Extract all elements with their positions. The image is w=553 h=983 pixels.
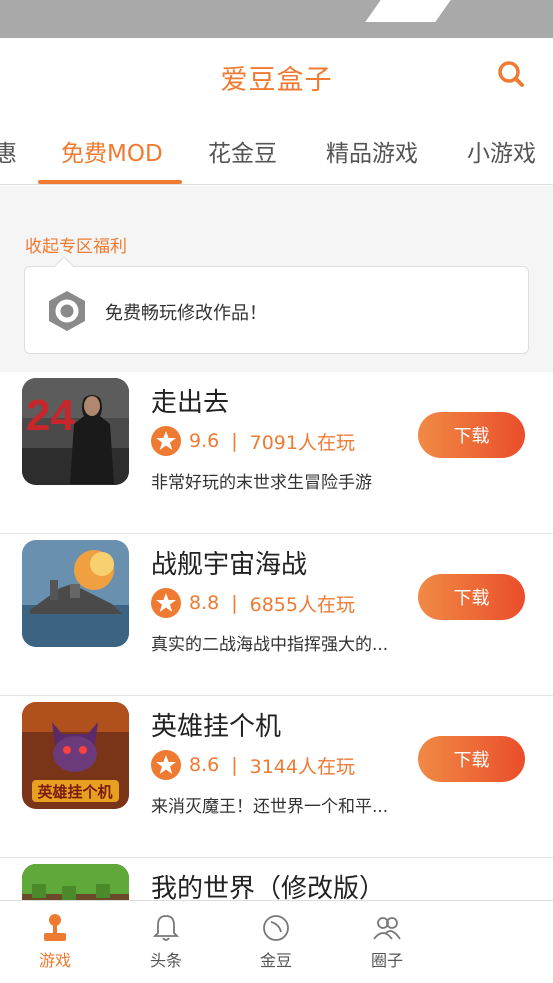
welfare-card[interactable]: 免费畅玩修改作品！ xyxy=(24,256,529,354)
nav-label: 头条 xyxy=(149,951,182,970)
star-badge-icon xyxy=(151,588,181,618)
game-icon-battleship xyxy=(22,540,129,647)
nav-label: 金豆 xyxy=(259,951,292,970)
category-tabs: 惠 免费MOD 花金豆 精品游戏 小游戏 xyxy=(0,112,553,185)
tab-spend-beans[interactable]: 花金豆 xyxy=(208,134,277,168)
active-tab-indicator xyxy=(38,180,182,184)
hexagon-icon xyxy=(45,289,89,333)
tab-featured-games[interactable]: 精品游戏 xyxy=(326,134,418,168)
game-name: 战舰宇宙海战 xyxy=(151,550,308,580)
welfare-text: 免费畅玩修改作品！ xyxy=(105,303,267,324)
people-icon xyxy=(373,917,401,940)
game-name: 英雄挂个机 xyxy=(151,712,282,742)
search-icon[interactable] xyxy=(497,60,525,88)
game-description: 真实的二战海战中指挥强大的... xyxy=(151,635,389,655)
bottom-nav: 游戏 头条 金豆 圈子 xyxy=(0,900,553,983)
game-icon-minecraft xyxy=(22,864,129,900)
star-badge-icon xyxy=(151,750,181,780)
game-icon-text: 英雄挂个机 xyxy=(37,783,112,801)
star-badge-icon xyxy=(151,426,181,456)
separator: | xyxy=(231,592,238,614)
game-icon-survival: 24 xyxy=(22,378,129,485)
game-icon-hero-idle: 英雄挂个机 xyxy=(22,702,129,809)
list-item[interactable]: 我的世界（修改版） xyxy=(0,858,553,900)
nav-item-headlines[interactable]: 头条 xyxy=(126,913,206,971)
nav-item-games[interactable]: 游戏 xyxy=(15,913,95,971)
list-item[interactable]: 英雄挂个机 英雄挂个机 8.6 | 3144人在玩 来消灭魔王！还世界一个和平.… xyxy=(0,696,553,858)
app-header: 爱豆盒子 xyxy=(0,38,553,110)
nav-label: 游戏 xyxy=(38,951,71,970)
download-button[interactable]: 下载 xyxy=(418,412,525,458)
nav-item-circle[interactable]: 圈子 xyxy=(347,913,427,971)
separator: | xyxy=(231,754,238,776)
rating-row: 9.6 | 7091人在玩 xyxy=(151,426,355,456)
rating-row: 8.8 | 6855人在玩 xyxy=(151,588,355,618)
list-item[interactable]: 24 走出去 9.6 | 7091人在玩 非常好玩的末世求生冒险手游 下载 xyxy=(0,372,553,534)
game-description: 非常好玩的末世求生冒险手游 xyxy=(151,473,372,493)
game-name: 我的世界（修改版） xyxy=(151,874,386,900)
game-score: 8.6 xyxy=(189,754,220,776)
game-name: 走出去 xyxy=(151,388,230,418)
separator: | xyxy=(231,430,238,452)
game-list: 24 走出去 9.6 | 7091人在玩 非常好玩的末世求生冒险手游 下载 战舰… xyxy=(0,372,553,900)
player-count: 3144人在玩 xyxy=(249,755,355,778)
download-button[interactable]: 下载 xyxy=(418,574,525,620)
nav-item-beans[interactable]: 金豆 xyxy=(236,913,316,971)
list-item[interactable]: 战舰宇宙海战 8.8 | 6855人在玩 真实的二战海战中指挥强大的... 下载 xyxy=(0,534,553,696)
player-count: 6855人在玩 xyxy=(249,593,355,616)
app-title: 爱豆盒子 xyxy=(220,65,333,96)
status-bar xyxy=(0,0,553,38)
nav-label: 圈子 xyxy=(370,951,403,970)
game-description: 来消灭魔王！还世界一个和平... xyxy=(151,797,389,817)
download-button[interactable]: 下载 xyxy=(418,736,525,782)
tab-free-mod[interactable]: 免费MOD xyxy=(61,134,163,168)
bell-icon xyxy=(152,915,180,941)
joystick-icon xyxy=(44,914,66,941)
content-area: 收起专区福利 免费畅玩修改作品！ 24 走出去 9.6 | 7091人在玩 非常… xyxy=(0,186,553,900)
tab-benefit[interactable]: 惠 xyxy=(0,134,17,168)
game-score: 9.6 xyxy=(189,430,220,452)
game-score: 8.8 xyxy=(189,592,220,614)
player-count: 7091人在玩 xyxy=(249,431,355,454)
collapse-welfare-link[interactable]: 收起专区福利 xyxy=(25,232,127,257)
svg-text:24: 24 xyxy=(26,391,75,440)
coin-icon xyxy=(263,915,289,941)
tab-mini-games[interactable]: 小游戏 xyxy=(467,134,536,168)
rating-row: 8.6 | 3144人在玩 xyxy=(151,750,355,780)
